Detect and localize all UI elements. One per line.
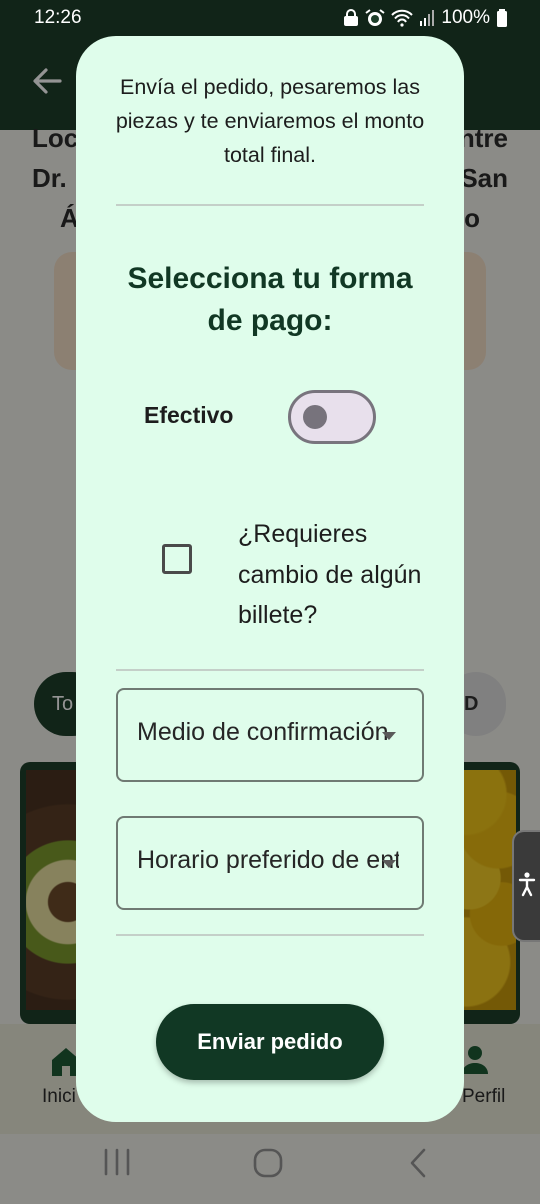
accessibility-icon	[518, 871, 536, 902]
confirmation-method-value: Medio de confirmación	[137, 718, 389, 746]
battery-label: 100%	[441, 7, 490, 28]
change-checkbox[interactable]	[162, 544, 192, 574]
status-time: 12:26	[34, 7, 82, 28]
confirmation-method-dropdown[interactable]: Medio de confirmación	[116, 688, 424, 782]
divider	[116, 204, 424, 206]
chevron-down-icon	[382, 860, 396, 868]
cash-toggle[interactable]	[288, 390, 376, 444]
toggle-knob	[303, 405, 327, 429]
chevron-down-icon	[382, 732, 396, 740]
home-button-icon[interactable]	[252, 1147, 284, 1184]
divider	[116, 669, 424, 671]
divider	[116, 934, 424, 936]
back-button-icon[interactable]	[406, 1147, 430, 1184]
change-question-label: ¿Requieres cambio de algún billete?	[238, 520, 422, 629]
battery-icon	[496, 9, 508, 27]
status-bar: 12:26 100%	[0, 0, 540, 36]
preferred-schedule-value: Horario preferido de entrega	[137, 846, 399, 874]
preferred-schedule-dropdown[interactable]: Horario preferido de entrega	[116, 816, 424, 910]
alarm-icon	[365, 9, 385, 27]
payment-dialog: Envía el pedido, pesaremos las piezas y …	[76, 36, 464, 1122]
wifi-icon	[391, 9, 414, 27]
signal-icon	[419, 9, 435, 27]
recent-apps-icon[interactable]	[102, 1148, 132, 1181]
accessibility-tab[interactable]	[512, 830, 540, 942]
send-order-button[interactable]: Enviar pedido	[156, 1004, 384, 1080]
order-info-text: Envía el pedido, pesaremos las piezas y …	[115, 75, 425, 167]
lock-icon	[343, 9, 359, 27]
payment-method-title: Selecciona tu forma de pago:	[127, 262, 413, 337]
cash-label: Efectivo	[144, 402, 234, 428]
system-navigation-bar	[0, 1134, 540, 1204]
